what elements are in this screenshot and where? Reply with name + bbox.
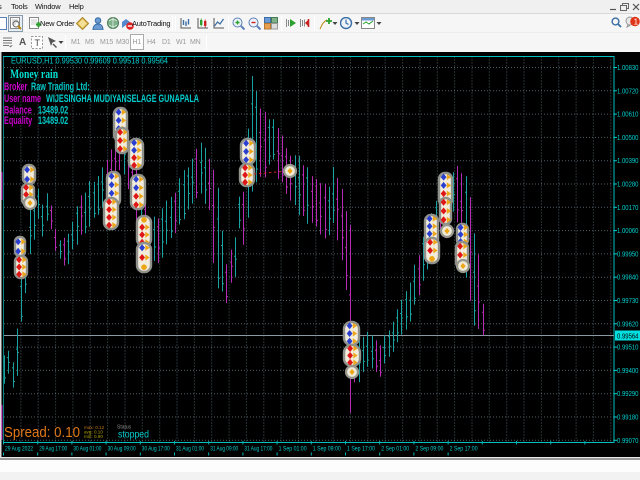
svg-text:User name: User name xyxy=(4,93,41,105)
svg-text:2 Sep 17:00: 2 Sep 17:00 xyxy=(450,447,479,453)
svg-text:30 Aug 17:00: 30 Aug 17:00 xyxy=(142,447,171,453)
svg-text:stopped: stopped xyxy=(118,430,149,441)
svg-text:29 Aug 17:00: 29 Aug 17:00 xyxy=(39,447,68,453)
svg-text:31 Aug 01:00: 31 Aug 01:00 xyxy=(176,447,205,453)
svg-text:0.99840: 0.99840 xyxy=(617,275,639,282)
svg-text:Equality: Equality xyxy=(4,115,33,127)
svg-text:0.99950: 0.99950 xyxy=(617,251,639,258)
svg-text:Raw Trading Ltd:: Raw Trading Ltd: xyxy=(31,81,90,93)
svg-text:1.00720: 1.00720 xyxy=(617,88,639,95)
svg-text:Spread: 0.10: Spread: 0.10 xyxy=(4,424,80,441)
svg-text:T: T xyxy=(35,38,41,48)
svg-text:0.99290: 0.99290 xyxy=(617,391,639,398)
svg-text:0.99564: 0.99564 xyxy=(617,334,639,341)
svg-text:1 Sep 09:00: 1 Sep 09:00 xyxy=(313,447,342,453)
svg-text:1 Sep 01:00: 1 Sep 01:00 xyxy=(279,447,308,453)
svg-text:0.99400: 0.99400 xyxy=(617,368,639,375)
svg-text:2 Sep 09:00: 2 Sep 09:00 xyxy=(415,447,444,453)
svg-text:min: 0.90: min: 0.90 xyxy=(84,434,103,439)
svg-text:30 Aug 09:00: 30 Aug 09:00 xyxy=(108,447,137,453)
svg-text:0.99620: 0.99620 xyxy=(617,321,639,328)
svg-text:1.00280: 1.00280 xyxy=(617,182,639,189)
svg-text:1.00390: 1.00390 xyxy=(617,158,639,165)
svg-text:31 Aug 09:00: 31 Aug 09:00 xyxy=(210,447,239,453)
svg-text:31 Aug 17:00: 31 Aug 17:00 xyxy=(244,447,273,453)
svg-text:1.00060: 1.00060 xyxy=(617,228,639,235)
svg-text:0.99070: 0.99070 xyxy=(617,438,639,445)
svg-text:30 Aug 01:00: 30 Aug 01:00 xyxy=(73,447,102,453)
svg-text:2 Sep 01:00: 2 Sep 01:00 xyxy=(381,447,410,453)
svg-text:29 Aug 2022: 29 Aug 2022 xyxy=(5,447,34,453)
svg-text:1.00170: 1.00170 xyxy=(617,205,639,212)
svg-text:Money rain: Money rain xyxy=(10,68,59,81)
svg-text:0.99180: 0.99180 xyxy=(617,415,639,422)
svg-text:EURUSD,H1 0.99530 0.99609 0.99: EURUSD,H1 0.99530 0.99609 0.99518 0.9956… xyxy=(11,57,169,66)
svg-text:0.99510: 0.99510 xyxy=(617,345,639,352)
svg-text:1.00610: 1.00610 xyxy=(617,112,639,119)
svg-text:1 Sep 17:00: 1 Sep 17:00 xyxy=(347,447,376,453)
svg-text:1: 1 xyxy=(634,17,639,26)
svg-text:WIJESINGHA MUDIYANSELAGE GUNA: WIJESINGHA MUDIYANSELAGE GUNAPALA xyxy=(46,93,199,105)
svg-text:1.00500: 1.00500 xyxy=(617,135,639,142)
svg-text:0.99730: 0.99730 xyxy=(617,298,639,305)
svg-text:13489.02: 13489.02 xyxy=(38,115,68,127)
svg-text:1.00830: 1.00830 xyxy=(617,65,639,72)
svg-text:Broker: Broker xyxy=(4,81,28,93)
